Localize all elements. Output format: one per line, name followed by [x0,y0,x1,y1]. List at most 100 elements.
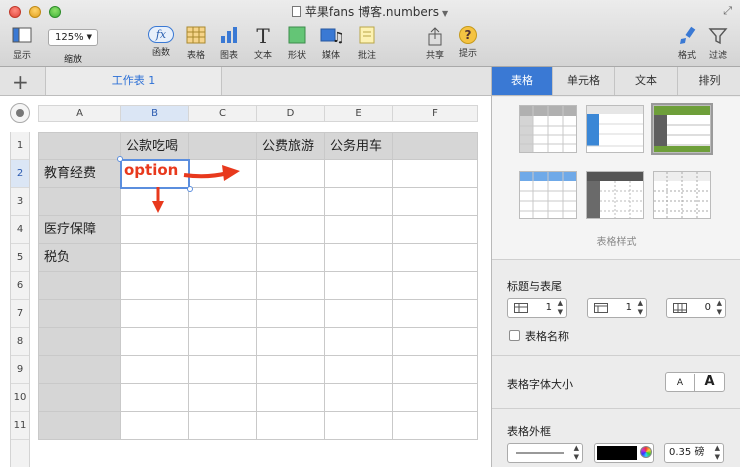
add-sheet-button[interactable]: + [12,70,29,94]
tab-sheet-1[interactable]: 工作表 1 [46,67,222,95]
table-cell[interactable] [121,272,189,300]
row-label-cell[interactable] [38,356,121,384]
row-label-cell[interactable] [38,384,121,412]
row-label-cell[interactable]: 税负 [38,244,121,272]
table-cell[interactable] [121,244,189,272]
format-button[interactable]: 格式 [674,26,700,61]
table-cell[interactable] [121,356,189,384]
table-cell[interactable] [121,412,189,440]
table-cell[interactable] [257,384,325,412]
comment-button[interactable]: 批注 [354,26,380,61]
row-label-cell[interactable] [38,412,121,440]
header-rows-stepper[interactable]: 1 ▲ ▼ [507,298,567,318]
table-cell[interactable] [189,300,257,328]
header-cell[interactable]: 公费旅游 [257,132,325,160]
tab-arrange[interactable]: 排列 [678,67,740,95]
header-cell[interactable]: 公务用车 [325,132,393,160]
table-cell[interactable] [189,356,257,384]
table-cell[interactable] [257,412,325,440]
table-cell[interactable] [393,328,478,356]
table-cell[interactable] [393,272,478,300]
table-cell[interactable] [325,412,393,440]
view-button[interactable]: 显示 [8,26,36,61]
table-cell[interactable] [325,384,393,412]
header-cell[interactable] [38,132,121,160]
header-cell[interactable] [393,132,478,160]
table-cell[interactable] [257,188,325,216]
border-color-well[interactable] [594,443,654,463]
table-cell[interactable] [257,300,325,328]
shape-button[interactable]: 形状 [284,26,310,61]
table-style-2[interactable] [586,105,644,153]
zoom-select[interactable]: 125% ▼ [48,29,98,46]
tips-button[interactable]: ? 提示 [455,26,481,59]
table-cell[interactable] [393,412,478,440]
table-cell[interactable] [393,160,478,188]
table-cell[interactable] [121,328,189,356]
row-label-cell[interactable] [38,300,121,328]
table-cell[interactable] [257,272,325,300]
header-cell[interactable] [189,132,257,160]
increase-font-button[interactable]: A [695,373,724,391]
table-cell[interactable] [325,356,393,384]
table-cell[interactable] [393,188,478,216]
row-label-cell[interactable] [38,188,121,216]
sheet-canvas[interactable]: A B C D E F 1 2 3 4 5 6 7 8 9 10 11 公款吃喝… [0,97,491,467]
table-cell[interactable] [325,272,393,300]
table-cell[interactable] [393,216,478,244]
row-label-cell[interactable] [38,272,121,300]
table-style-1[interactable] [519,105,577,153]
table-cell[interactable] [189,384,257,412]
table-button[interactable]: 表格 [183,26,209,61]
fullscreen-icon[interactable]: ⤢ [723,4,732,18]
table-cell[interactable] [121,300,189,328]
table-style-5[interactable] [586,171,644,219]
table-style-4[interactable] [519,171,577,219]
table-cell[interactable] [325,188,393,216]
table-cell[interactable] [121,216,189,244]
table-cell[interactable] [257,244,325,272]
tab-cell[interactable]: 单元格 [553,67,615,95]
table-cell[interactable] [325,300,393,328]
table-style-3[interactable] [651,103,713,155]
table-cell[interactable] [325,216,393,244]
share-button[interactable]: 共享 [422,26,448,61]
color-wheel-icon[interactable] [640,446,652,458]
decrease-font-button[interactable]: A [666,374,695,391]
header-columns-stepper[interactable]: 1 ▲ ▼ [587,298,647,318]
function-button[interactable]: fx 函数 [146,26,176,58]
row-label-cell[interactable]: 教育经费 [38,160,121,188]
table-cell[interactable] [189,412,257,440]
table-cell[interactable] [189,328,257,356]
table-cell[interactable] [393,356,478,384]
table-cell[interactable] [257,160,325,188]
table-cell[interactable] [393,244,478,272]
resize-handle[interactable] [117,156,123,162]
window-title[interactable]: 苹果fans 博客.numbers ▼ [0,3,740,20]
table-cell[interactable] [189,244,257,272]
table-style-6[interactable] [653,171,711,219]
row-label-cell[interactable]: 医疗保障 [38,216,121,244]
table-cell[interactable] [257,356,325,384]
table-cell[interactable] [189,216,257,244]
table-cell[interactable] [393,300,478,328]
chart-button[interactable]: 图表 [216,26,242,61]
media-button[interactable]: ♫ 媒体 [318,26,344,61]
tab-text[interactable]: 文本 [615,67,678,95]
table-cell[interactable] [325,328,393,356]
table-cell[interactable] [257,216,325,244]
table-cell[interactable] [325,160,393,188]
header-cell[interactable]: 公款吃喝 [121,132,189,160]
text-button[interactable]: T 文本 [250,26,276,61]
tab-table[interactable]: 表格 [492,67,553,95]
table-cell[interactable] [257,328,325,356]
footer-rows-stepper[interactable]: 0 ▲ ▼ [666,298,726,318]
table-name-checkbox[interactable] [509,330,520,341]
table-cell[interactable] [189,272,257,300]
border-width-stepper[interactable]: 0.35 磅 ▲ ▼ [664,443,724,463]
table-cell[interactable] [121,384,189,412]
row-label-cell[interactable] [38,328,121,356]
table-cell[interactable] [393,384,478,412]
border-style-select[interactable]: ▲ ▼ [507,443,583,463]
table-cell[interactable] [325,244,393,272]
